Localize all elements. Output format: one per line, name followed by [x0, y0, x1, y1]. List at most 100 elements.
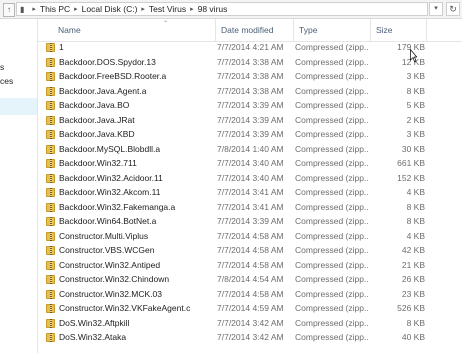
file-size: 40 KB	[401, 332, 425, 342]
zip-folder-icon	[46, 260, 55, 270]
zip-folder-icon	[46, 43, 55, 52]
file-name[interactable]: Constructor.Win32.Antiped	[59, 260, 209, 272]
file-name[interactable]: Backdoor.Java.BO	[59, 100, 209, 112]
file-date: 7/7/2014 4:21 AM	[217, 42, 284, 52]
table-row[interactable]: Backdoor.Win64.BotNet.a 7/7/2014 3:39 AM…	[38, 216, 462, 228]
file-type: Compressed (zipp...	[295, 201, 369, 212]
address-bar: ↑ ▮ ▸ This PC ▸ Local Disk (C:) ▸ Test V…	[0, 0, 462, 19]
file-name[interactable]: Backdoor.Java.KBD	[59, 129, 209, 141]
breadcrumb-item-this-pc[interactable]: This PC	[40, 4, 70, 14]
file-date: 7/8/2014 4:54 AM	[217, 274, 284, 284]
file-date: 7/7/2014 3:40 AM	[217, 172, 284, 183]
file-name[interactable]: Backdoor.Win32.Akcom.11	[59, 187, 209, 199]
file-size: 152 KB	[397, 172, 425, 183]
file-name[interactable]: Constructor.VBS.WCGen	[59, 245, 209, 257]
table-row[interactable]: Constructor.VBS.WCGen 7/7/2014 4:58 AM C…	[38, 245, 462, 257]
table-row[interactable]: Backdoor.MySQL.Blobdll.a 7/8/2014 1:40 A…	[38, 144, 462, 156]
table-row[interactable]: 1 7/7/2014 4:21 AM Compressed (zipp... 1…	[38, 42, 462, 54]
table-row[interactable]: Backdoor.Java.JRat 7/7/2014 3:39 AM Comp…	[38, 115, 462, 127]
file-name[interactable]: Constructor.Win32.MCK.03	[59, 289, 209, 301]
chevron-right-icon[interactable]: ▸	[32, 5, 36, 13]
column-header-date[interactable]: Date modified	[216, 19, 294, 41]
table-row[interactable]: Backdoor.Win32.Akcom.11 7/7/2014 3:41 AM…	[38, 187, 462, 199]
table-row[interactable]: Backdoor.Win32.Acidoor.11 7/7/2014 3:40 …	[38, 173, 462, 185]
file-date: 7/7/2014 4:58 AM	[217, 230, 284, 241]
table-row[interactable]: Backdoor.Win32.Fakemanga.a 7/7/2014 3:41…	[38, 202, 462, 214]
file-type: Compressed (zipp...	[295, 100, 369, 110]
file-date: 7/7/2014 4:58 AM	[217, 259, 284, 270]
file-size: 21 KB	[401, 259, 425, 270]
table-row[interactable]: Backdoor.Java.Agent.a 7/7/2014 3:38 AM C…	[38, 86, 462, 98]
file-name[interactable]: Backdoor.FreeBSD.Rooter.a	[59, 71, 209, 83]
file-size: 661 KB	[397, 158, 425, 168]
chevron-right-icon[interactable]: ▸	[190, 5, 194, 13]
file-name[interactable]: 1	[59, 42, 209, 54]
table-row[interactable]: Backdoor.Win32.711 7/7/2014 3:40 AM Comp…	[38, 158, 462, 170]
breadcrumb[interactable]: ▮ ▸ This PC ▸ Local Disk (C:) ▸ Test Vir…	[16, 2, 428, 16]
file-type: Compressed (zipp...	[295, 230, 369, 241]
file-size: 2 KB	[406, 114, 425, 125]
breadcrumb-item-test-virus[interactable]: Test Virus	[149, 4, 186, 14]
up-arrow-icon[interactable]: ↑	[3, 3, 15, 17]
file-name[interactable]: Constructor.Win32.Chindown	[59, 274, 209, 286]
zip-folder-icon	[46, 86, 55, 96]
zip-folder-icon	[46, 318, 55, 328]
file-type: Compressed (zipp...	[295, 114, 369, 125]
table-row[interactable]: Constructor.Win32.MCK.03 7/7/2014 4:58 A…	[38, 289, 462, 301]
file-size: 26 KB	[401, 274, 425, 284]
file-name[interactable]: Backdoor.DOS.Spydor.13	[59, 57, 209, 69]
zip-folder-icon	[46, 289, 55, 299]
column-header-name[interactable]: Name	[53, 19, 216, 41]
file-name[interactable]: DoS.Win32.Aftpkill	[59, 318, 209, 330]
file-date: 7/7/2014 3:39 AM	[217, 100, 284, 110]
file-size: 8 KB	[406, 317, 425, 328]
nav-item-label: s	[0, 62, 5, 72]
table-row[interactable]: Backdoor.Java.KBD 7/7/2014 3:39 AM Compr…	[38, 129, 462, 141]
chevron-down-icon[interactable]: ▾	[429, 2, 443, 16]
file-name[interactable]: DoS.Win32.Ataka	[59, 332, 209, 344]
breadcrumb-item-98-virus[interactable]: 98 virus	[198, 4, 228, 14]
table-row[interactable]: Constructor.Win32.Chindown 7/8/2014 4:54…	[38, 274, 462, 286]
file-date: 7/7/2014 3:38 AM	[217, 56, 284, 67]
table-row[interactable]: Constructor.Multi.Viplus 7/7/2014 4:58 A…	[38, 231, 462, 243]
file-name[interactable]: Backdoor.Java.Agent.a	[59, 86, 209, 98]
file-date: 7/7/2014 3:41 AM	[217, 201, 284, 212]
table-row[interactable]: DoS.Win32.Ataka 7/7/2014 3:42 AM Compres…	[38, 332, 462, 344]
table-row[interactable]: Backdoor.FreeBSD.Rooter.a 7/7/2014 3:38 …	[38, 71, 462, 83]
table-row[interactable]: DoS.Win32.Aftpkill 7/7/2014 3:42 AM Comp…	[38, 318, 462, 330]
zip-folder-icon	[46, 202, 55, 212]
nav-item-2[interactable]: ces	[0, 74, 37, 88]
file-name[interactable]: Constructor.Multi.Viplus	[59, 231, 209, 243]
file-date: 7/7/2014 3:38 AM	[217, 85, 284, 96]
file-size: 42 KB	[401, 245, 425, 255]
file-name[interactable]: Backdoor.Win32.Fakemanga.a	[59, 202, 209, 214]
file-name[interactable]: Backdoor.Win32.Acidoor.11	[59, 173, 209, 185]
file-date: 7/8/2014 1:40 AM	[217, 143, 284, 154]
file-date: 7/7/2014 3:42 AM	[217, 317, 284, 328]
file-name[interactable]: Backdoor.Win64.BotNet.a	[59, 216, 209, 228]
nav-item-1[interactable]: s	[0, 60, 37, 74]
zip-folder-icon	[46, 231, 55, 241]
table-row[interactable]: Constructor.Win32.VKFakeAgent.c 7/7/2014…	[38, 303, 462, 315]
breadcrumb-item-local-disk[interactable]: Local Disk (C:)	[82, 4, 138, 14]
file-size: 3 KB	[406, 129, 425, 139]
column-header: ⌃ Name Date modified Type Size	[38, 19, 462, 42]
table-row[interactable]: Constructor.Win32.Antiped 7/7/2014 4:58 …	[38, 260, 462, 272]
nav-item-selected[interactable]	[0, 98, 37, 115]
table-row[interactable]: Backdoor.DOS.Spydor.13 7/7/2014 3:38 AM …	[38, 57, 462, 69]
file-name[interactable]: Backdoor.Java.JRat	[59, 115, 209, 127]
column-header-size[interactable]: Size	[371, 19, 427, 41]
refresh-icon[interactable]: ↻	[446, 2, 460, 16]
file-date: 7/7/2014 3:39 AM	[217, 129, 284, 139]
file-name[interactable]: Constructor.Win32.VKFakeAgent.c	[59, 303, 209, 315]
file-size: 8 KB	[406, 216, 425, 226]
chevron-right-icon[interactable]: ▸	[74, 5, 78, 13]
column-header-type[interactable]: Type	[294, 19, 371, 41]
file-type: Compressed (zipp...	[295, 259, 369, 270]
file-type: Compressed (zipp...	[295, 216, 369, 226]
file-date: 7/7/2014 4:58 AM	[217, 288, 284, 299]
chevron-right-icon[interactable]: ▸	[141, 5, 145, 13]
table-row[interactable]: Backdoor.Java.BO 7/7/2014 3:39 AM Compre…	[38, 100, 462, 112]
file-name[interactable]: Backdoor.Win32.711	[59, 158, 209, 170]
file-name[interactable]: Backdoor.MySQL.Blobdll.a	[59, 144, 209, 156]
